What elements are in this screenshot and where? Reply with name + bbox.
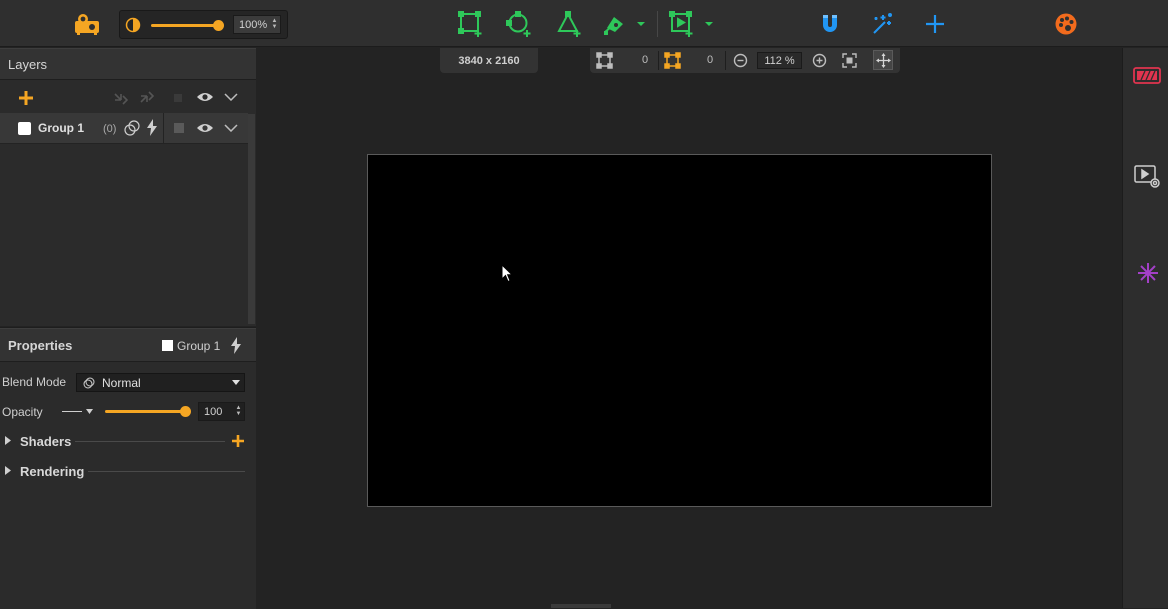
input-count: 0 [642, 54, 649, 66]
blend-mode-dropdown-icon [232, 380, 240, 385]
opacity-spin-arrows-icon[interactable]: ▲ ▼ [235, 405, 242, 417]
layer-row-group-1[interactable]: Group 1 (0) [0, 113, 248, 144]
pen-tool-icon[interactable] [600, 9, 630, 39]
add-surface-icon[interactable] [666, 9, 696, 39]
resolution-text: 3840 x 2160 [458, 54, 520, 67]
layers-header: Layers [0, 48, 256, 80]
view-bar-separator [725, 51, 726, 70]
pen-tool-dropdown-icon[interactable] [633, 9, 649, 39]
zoom-value: 112 % [764, 54, 795, 67]
group-expand-icon[interactable] [224, 124, 238, 132]
brightness-icon [125, 17, 141, 33]
magnet-icon[interactable] [815, 9, 845, 39]
add-triangle-icon[interactable] [554, 9, 584, 39]
surface-dropdown-icon[interactable] [701, 9, 717, 39]
zoom-in-icon[interactable] [812, 53, 827, 68]
blend-circles-icon[interactable] [124, 120, 140, 136]
layers-panel: Layers Group 1 (0) [0, 48, 256, 326]
opacity-input[interactable]: 100 ▲ ▼ [198, 402, 245, 421]
brightness-value: 100% [239, 18, 268, 31]
zoom-out-icon[interactable] [733, 53, 748, 68]
add-layer-icon[interactable] [18, 90, 34, 106]
projector-icon[interactable] [72, 9, 102, 39]
right-dock [1122, 48, 1168, 608]
brightness-slider[interactable] [151, 24, 217, 27]
move-layer-down-icon[interactable] [113, 91, 129, 105]
layer-color-swatch[interactable] [174, 94, 182, 102]
brightness-input[interactable]: 100% ▲ ▼ [233, 15, 281, 34]
add-circle-icon[interactable] [504, 9, 534, 39]
pan-tool-icon[interactable] [873, 50, 893, 70]
fit-to-view-icon[interactable] [842, 53, 857, 68]
rendering-section[interactable]: Rendering [0, 461, 256, 481]
group-color-swatch[interactable] [174, 123, 184, 133]
properties-group-name: Group 1 [177, 339, 221, 353]
media-settings-icon[interactable] [1134, 164, 1162, 190]
properties-panel: Properties Group 1 Blend Mode Normal Opa… [0, 327, 256, 609]
opacity-value: 100 [204, 405, 223, 418]
mouse-cursor-icon [501, 264, 513, 283]
view-bar-separator [658, 51, 659, 70]
shaders-divider [75, 441, 225, 442]
magic-wand-icon[interactable] [867, 9, 897, 39]
opacity-curve-icon[interactable] [62, 411, 82, 412]
spark-effects-icon[interactable] [1136, 261, 1160, 285]
view-controls-bar: 0 0 112 % [590, 48, 900, 73]
lightning-icon[interactable] [146, 119, 158, 136]
group-count: (0) [103, 123, 117, 135]
resolution-badge: 3840 x 2160 [440, 48, 538, 73]
blend-mode-icon [83, 377, 95, 389]
crosshair-icon[interactable] [920, 9, 950, 39]
row-separator [163, 113, 164, 143]
output-count: 0 [707, 54, 714, 66]
spin-arrows-icon[interactable]: ▲ ▼ [271, 18, 278, 30]
palette-icon[interactable] [1051, 9, 1081, 39]
blend-mode-value: Normal [102, 376, 141, 390]
top-toolbar: 100% ▲ ▼ [0, 0, 1168, 47]
add-shader-icon[interactable] [231, 434, 245, 448]
opacity-slider-knob[interactable] [180, 406, 191, 417]
output-shape-icon[interactable] [664, 52, 681, 69]
group-checkbox[interactable] [18, 122, 31, 135]
brightness-slider-knob[interactable] [213, 20, 224, 31]
group-name: Group 1 [38, 121, 85, 135]
properties-title: Properties [8, 338, 73, 353]
layers-title: Layers [8, 57, 48, 72]
add-quad-icon[interactable] [455, 9, 485, 39]
move-layer-up-icon[interactable] [139, 91, 155, 105]
opacity-slider[interactable] [105, 410, 185, 413]
properties-header: Properties Group 1 [0, 328, 256, 362]
shaders-expand-icon[interactable] [5, 436, 11, 445]
blend-mode-select[interactable]: Normal [76, 373, 245, 392]
bottom-panel-handle[interactable] [551, 604, 611, 608]
toolbar-separator [657, 11, 658, 37]
group-visibility-icon[interactable] [196, 122, 214, 134]
blend-mode-label: Blend Mode [2, 375, 67, 389]
shaders-label: Shaders [20, 434, 72, 449]
brightness-control: 100% ▲ ▼ [119, 10, 288, 39]
properties-group-swatch [162, 340, 173, 351]
rendering-expand-icon[interactable] [5, 466, 11, 475]
opacity-curve-dropdown-icon[interactable] [86, 409, 93, 414]
collapse-all-icon[interactable] [224, 93, 238, 101]
properties-lightning-icon[interactable] [230, 337, 242, 354]
opacity-label: Opacity [2, 405, 43, 419]
zoom-field[interactable]: 112 % [757, 52, 802, 69]
rendering-label: Rendering [20, 464, 85, 479]
rendering-divider [88, 471, 245, 472]
input-shape-icon[interactable] [596, 52, 613, 69]
output-canvas[interactable] [367, 154, 992, 507]
output-display-icon[interactable] [1133, 66, 1161, 86]
visibility-all-icon[interactable] [196, 91, 214, 103]
layers-scrollbar[interactable] [248, 114, 255, 324]
shaders-section[interactable]: Shaders [0, 431, 256, 451]
